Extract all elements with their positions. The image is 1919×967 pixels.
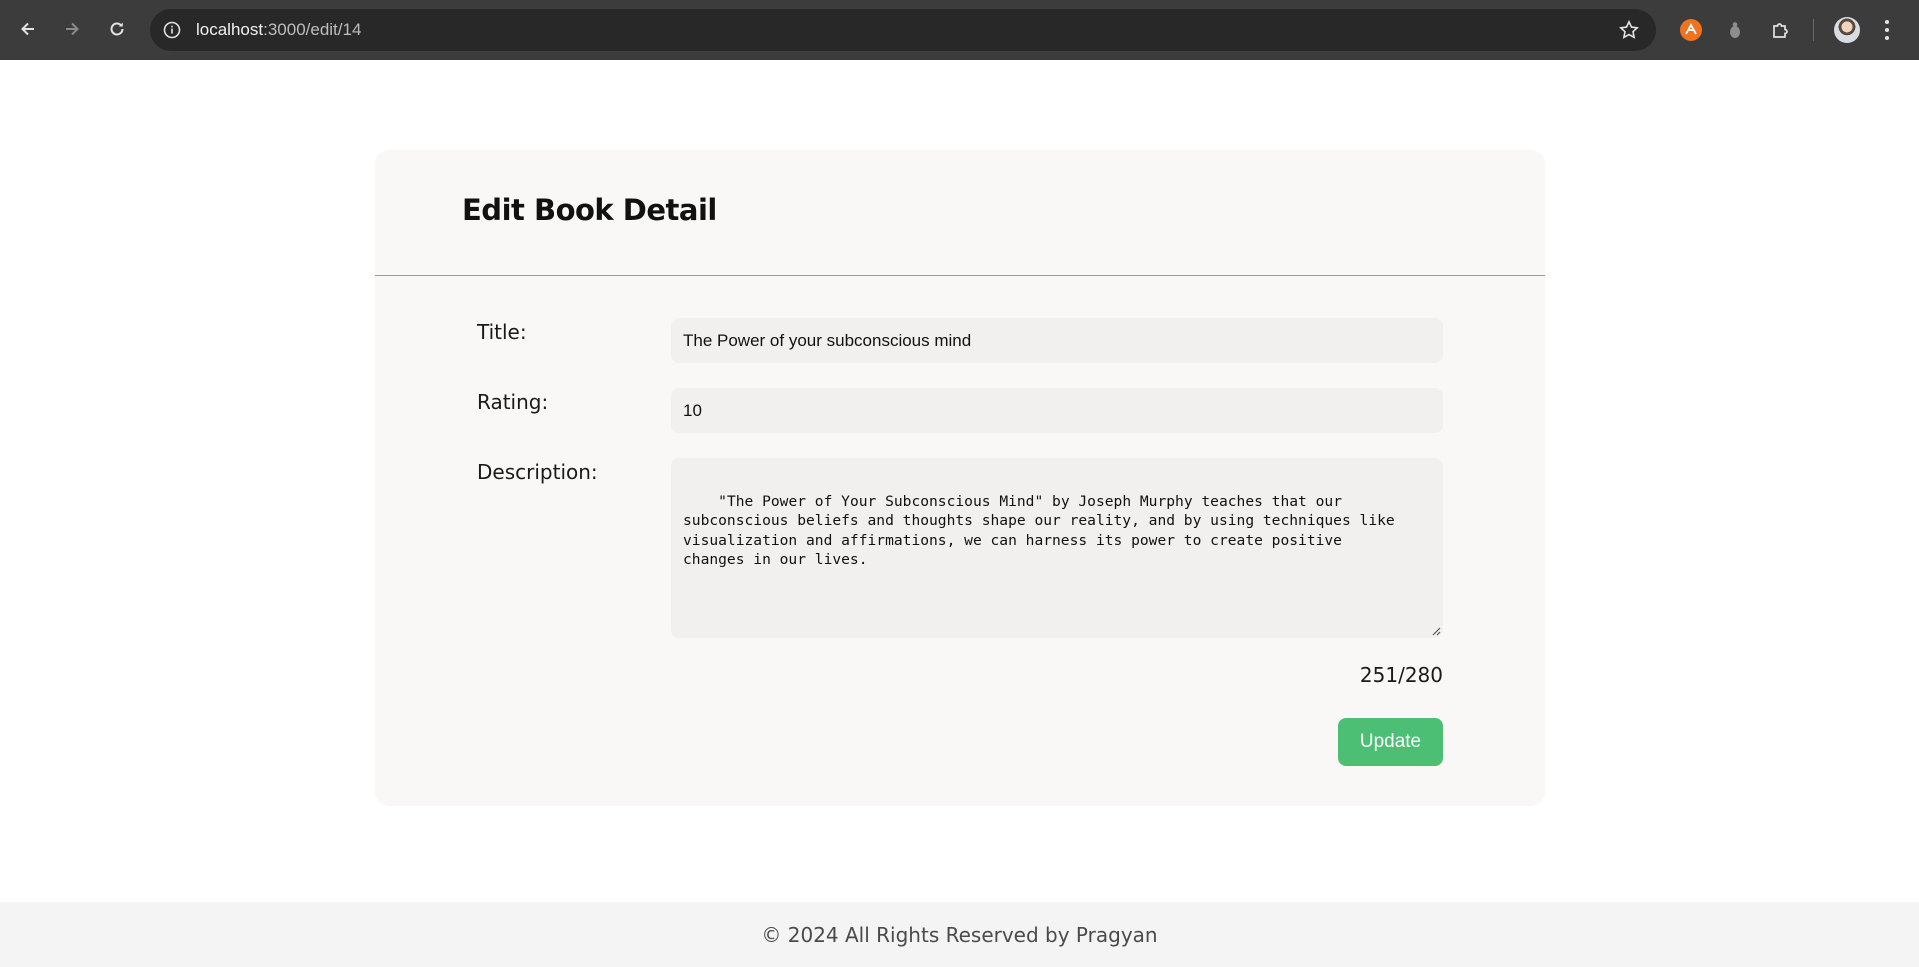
back-button[interactable]	[12, 13, 44, 45]
description-textarea[interactable]: "The Power of Your Subconscious Mind" by…	[671, 458, 1443, 638]
rating-label: Rating:	[477, 390, 549, 414]
browser-toolbar: localhost:3000/edit/14	[0, 0, 1919, 60]
reload-icon	[110, 22, 124, 36]
star-icon[interactable]	[1618, 19, 1640, 41]
address-bar[interactable]: localhost:3000/edit/14	[150, 9, 1656, 51]
edit-book-card: Edit Book Detail Title: The Power of you…	[375, 150, 1545, 806]
reload-button[interactable]	[101, 13, 133, 45]
update-button[interactable]: Update	[1338, 718, 1443, 766]
divider	[375, 275, 1545, 276]
title-label: Title:	[477, 320, 527, 344]
back-arrow-icon	[21, 22, 34, 36]
toolbar-separator	[1813, 19, 1814, 41]
description-label: Description:	[477, 460, 598, 484]
avatar[interactable]	[1834, 17, 1860, 43]
title-input[interactable]: The Power of your subconscious mind	[671, 318, 1443, 363]
extension-orange-icon[interactable]	[1679, 18, 1703, 42]
footer: © 2024 All Rights Reserved by Pragyan	[0, 902, 1919, 967]
extension-gray-icon[interactable]	[1723, 18, 1747, 42]
url-text[interactable]: localhost:3000/edit/14	[196, 20, 361, 40]
page-title: Edit Book Detail	[462, 193, 717, 227]
title-input-value: The Power of your subconscious mind	[683, 330, 972, 350]
kebab-menu-icon[interactable]	[1883, 19, 1891, 41]
info-icon[interactable]	[162, 20, 182, 40]
puzzle-icon[interactable]	[1769, 18, 1793, 42]
forward-arrow-icon	[66, 22, 79, 36]
rating-input[interactable]: 10	[671, 388, 1443, 433]
footer-copyright: © 2024 All Rights Reserved by Pragyan	[761, 922, 1158, 947]
rating-input-value: 10	[683, 400, 702, 420]
resize-handle-icon[interactable]	[1431, 626, 1441, 636]
url-path: :3000/edit/14	[263, 20, 362, 39]
character-counter: 251/280	[1359, 663, 1443, 687]
description-value: "The Power of Your Subconscious Mind" by…	[683, 492, 1395, 569]
forward-button[interactable]	[56, 13, 88, 45]
url-host: localhost	[196, 20, 264, 39]
